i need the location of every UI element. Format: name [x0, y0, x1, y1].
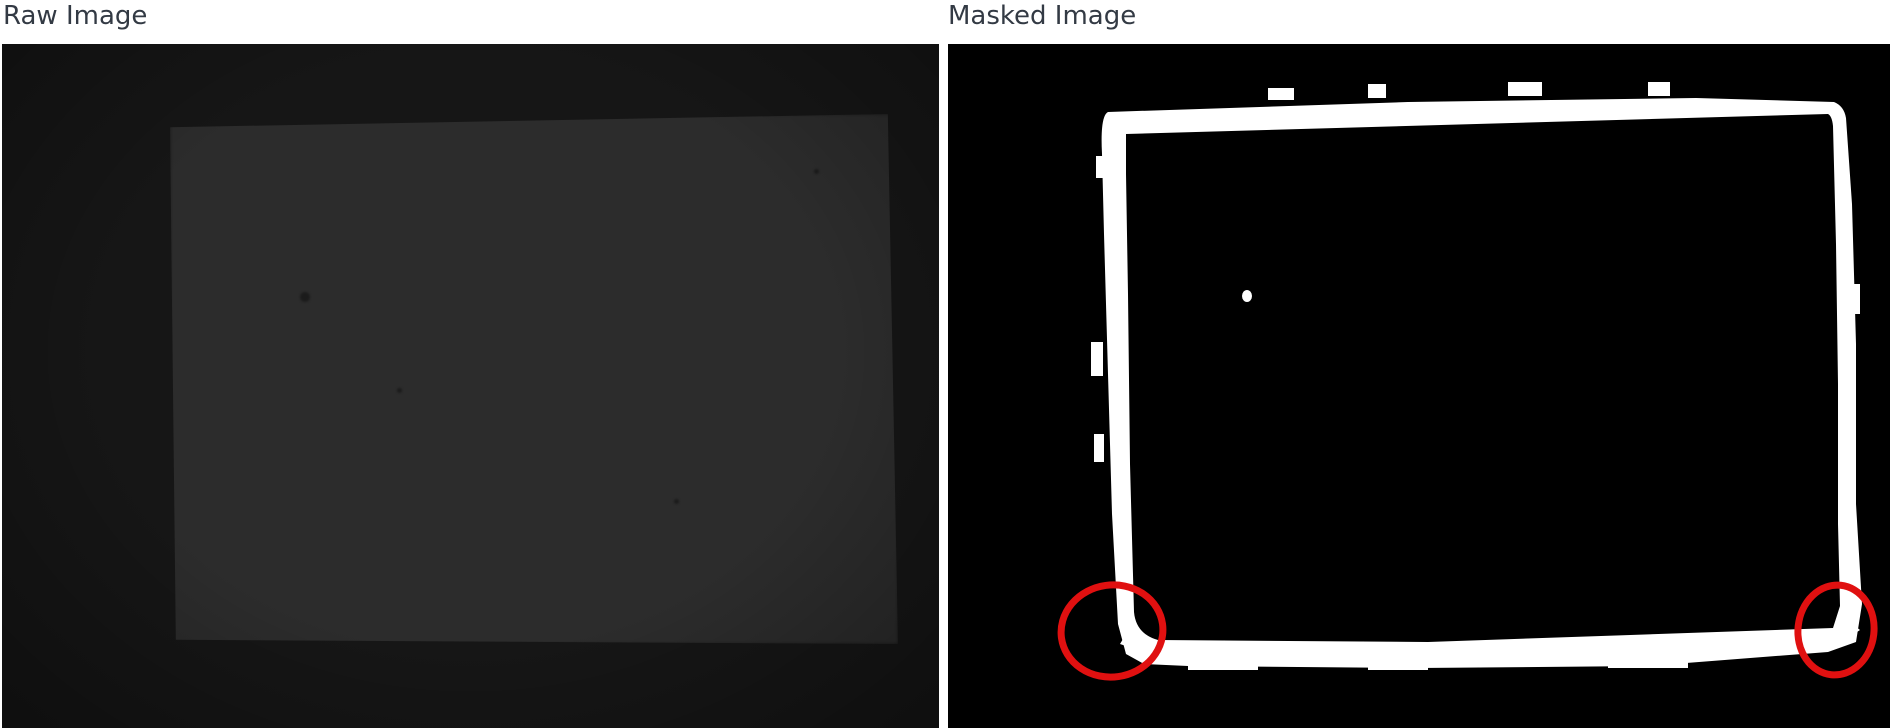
raw-image-speck	[814, 169, 819, 174]
mask-edge-fragment	[1268, 88, 1294, 100]
raw-image-speck	[300, 292, 310, 302]
masked-image-title: Masked Image	[948, 1, 1137, 31]
mask-edge-fragment	[1094, 434, 1104, 462]
masked-image-canvas	[1057, 82, 1878, 681]
raw-image-speck	[674, 499, 679, 504]
mask-outline-ring	[1101, 98, 1862, 668]
raw-image-card-region	[170, 114, 898, 644]
raw-image-speck	[397, 388, 402, 393]
masked-image	[948, 44, 1890, 728]
mask-edge-fragment	[1648, 82, 1670, 96]
mask-edge-fragment	[1508, 82, 1542, 96]
mask-edge-fragment	[1608, 658, 1688, 668]
raw-image-title: Raw Image	[3, 1, 148, 31]
mask-blob	[1242, 290, 1252, 302]
mask-edge-fragment	[1368, 84, 1386, 98]
mask-edge-fragment	[1368, 662, 1428, 670]
mask-edge-fragment	[1852, 284, 1860, 314]
mask-edge-fragment	[1188, 660, 1258, 670]
raw-image	[2, 44, 939, 728]
mask-edge-fragment	[1096, 156, 1106, 178]
mask-edge-fragment	[1091, 342, 1103, 376]
annotation-circle-bottom-left	[1057, 581, 1167, 681]
